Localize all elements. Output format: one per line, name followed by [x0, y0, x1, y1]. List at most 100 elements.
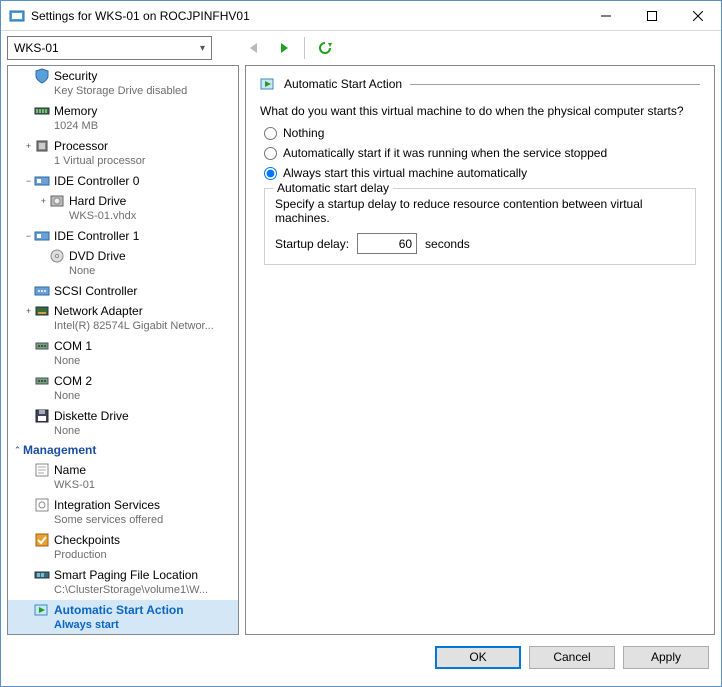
integ-icon: [34, 497, 50, 513]
refresh-button[interactable]: [313, 36, 337, 60]
ram-icon: [34, 103, 50, 119]
tree-item-detail: Always start: [23, 618, 238, 633]
tree-item[interactable]: + Processor1 Virtual processor: [8, 136, 238, 171]
tree-item[interactable]: + Hard DriveWKS-01.vhdx: [8, 191, 238, 226]
autostart-icon: [260, 76, 276, 92]
tree-item[interactable]: − IDE Controller 0: [8, 171, 238, 191]
tree-item[interactable]: Memory1024 MB: [8, 101, 238, 136]
name-icon: [34, 462, 50, 478]
startup-delay-group: Automatic start delay Specify a startup …: [264, 188, 696, 265]
ide-icon: [34, 173, 50, 189]
scsi-icon: [34, 283, 50, 299]
tree-item[interactable]: SCSI Controller: [8, 281, 238, 301]
autostart-icon: [34, 602, 50, 618]
tree-item-detail: C:\ClusterStorage\volume1\W...: [23, 583, 238, 598]
vm-selector[interactable]: WKS-01 ▾: [7, 36, 212, 60]
radio-always-label: Always start this virtual machine automa…: [283, 166, 527, 180]
com-icon: [34, 373, 50, 389]
tree-item[interactable]: NameWKS-01: [8, 460, 238, 495]
dialog-footer: OK Cancel Apply: [1, 635, 721, 679]
tree-item[interactable]: Automatic Start ActionAlways start: [8, 600, 238, 635]
tree-item[interactable]: + Network AdapterIntel(R) 82574L Gigabit …: [8, 301, 238, 336]
tree-item-detail: WKS-01: [23, 478, 238, 493]
tree-item[interactable]: COM 1None: [8, 336, 238, 371]
tree-expander[interactable]: +: [23, 139, 34, 154]
tree-item[interactable]: CheckpointsProduction: [8, 530, 238, 565]
maximize-button[interactable]: [629, 1, 675, 31]
tree-item-label: COM 2: [54, 374, 92, 389]
group-legend: Automatic start delay: [273, 181, 393, 195]
management-section[interactable]: ⌃Management: [8, 441, 238, 460]
tree-expander[interactable]: +: [38, 194, 49, 209]
dvd-icon: [49, 248, 65, 264]
apply-button[interactable]: Apply: [623, 646, 709, 669]
minimize-button[interactable]: [583, 1, 629, 31]
tree-item-label: IDE Controller 0: [54, 174, 139, 189]
tree-item[interactable]: DVD DriveNone: [8, 246, 238, 281]
window-title: Settings for WKS-01 on ROCJPINFHV01: [31, 9, 583, 23]
close-button[interactable]: [675, 1, 721, 31]
tree-item-label: Diskette Drive: [54, 409, 129, 424]
tree-item-detail: 1024 MB: [23, 119, 238, 134]
startup-delay-input[interactable]: [357, 233, 417, 254]
tree-item-detail: Intel(R) 82574L Gigabit Networ...: [23, 319, 238, 334]
radio-always-input[interactable]: [264, 167, 277, 180]
tree-item-label: Name: [54, 463, 86, 478]
checkpoint-icon: [34, 532, 50, 548]
tree-item-label: Checkpoints: [54, 533, 120, 548]
ide-icon: [34, 228, 50, 244]
tree-item[interactable]: COM 2None: [8, 371, 238, 406]
tree-item-detail: None: [38, 264, 238, 279]
tree-item-detail: WKS-01.vhdx: [38, 209, 238, 224]
settings-panel: Automatic Start Action What do you want …: [245, 65, 715, 635]
group-description: Specify a startup delay to reduce resour…: [275, 197, 685, 225]
tree-item-label: Processor: [54, 139, 108, 154]
tree-item-label: Hard Drive: [69, 194, 126, 209]
next-button[interactable]: [272, 36, 296, 60]
prev-button[interactable]: [242, 36, 266, 60]
delay-unit: seconds: [425, 237, 470, 251]
radio-previous-label: Automatically start if it was running wh…: [283, 146, 607, 160]
settings-tree[interactable]: SecurityKey Storage Drive disabledMemory…: [7, 65, 239, 635]
com-icon: [34, 338, 50, 354]
cancel-button[interactable]: Cancel: [529, 646, 615, 669]
tree-item-label: Security: [54, 69, 97, 84]
tree-item[interactable]: Diskette DriveNone: [8, 406, 238, 441]
section-label: Management: [23, 443, 96, 458]
tree-item[interactable]: Integration ServicesSome services offere…: [8, 495, 238, 530]
tree-item[interactable]: Smart Paging File LocationC:\ClusterStor…: [8, 565, 238, 600]
tree-item-label: Network Adapter: [54, 304, 143, 319]
tree-item-label: IDE Controller 1: [54, 229, 139, 244]
titlebar: Settings for WKS-01 on ROCJPINFHV01: [1, 1, 721, 31]
ok-button[interactable]: OK: [435, 646, 521, 669]
tree-expander[interactable]: +: [23, 304, 34, 319]
paging-icon: [34, 567, 50, 583]
panel-title: Automatic Start Action: [284, 77, 402, 91]
tree-item-label: SCSI Controller: [54, 284, 137, 299]
radio-previous[interactable]: Automatically start if it was running wh…: [264, 146, 700, 160]
tree-expander[interactable]: −: [23, 174, 34, 189]
section-collapse-icon[interactable]: ⌃: [12, 443, 23, 458]
radio-nothing[interactable]: Nothing: [264, 126, 700, 140]
panel-title-rule: [410, 84, 700, 85]
tree-item-detail: Production: [23, 548, 238, 563]
vm-selector-value: WKS-01: [14, 41, 59, 55]
tree-item-detail: 1 Virtual processor: [23, 154, 238, 169]
radio-nothing-label: Nothing: [283, 126, 324, 140]
radio-previous-input[interactable]: [264, 147, 277, 160]
tree-item-detail: Some services offered: [23, 513, 238, 528]
toolbar: WKS-01 ▾: [1, 31, 721, 65]
tree-item-detail: None: [23, 354, 238, 369]
tree-item[interactable]: − IDE Controller 1: [8, 226, 238, 246]
app-icon: [9, 8, 25, 24]
tree-item-detail: Key Storage Drive disabled: [23, 84, 238, 99]
radio-nothing-input[interactable]: [264, 127, 277, 140]
delay-label: Startup delay:: [275, 237, 349, 251]
tree-item-label: Automatic Start Action: [54, 603, 184, 618]
chevron-down-icon: ▾: [200, 43, 205, 54]
radio-always[interactable]: Always start this virtual machine automa…: [264, 166, 700, 180]
tree-expander[interactable]: −: [23, 229, 34, 244]
nic-icon: [34, 303, 50, 319]
tree-item[interactable]: SecurityKey Storage Drive disabled: [8, 66, 238, 101]
panel-question: What do you want this virtual machine to…: [260, 104, 700, 118]
